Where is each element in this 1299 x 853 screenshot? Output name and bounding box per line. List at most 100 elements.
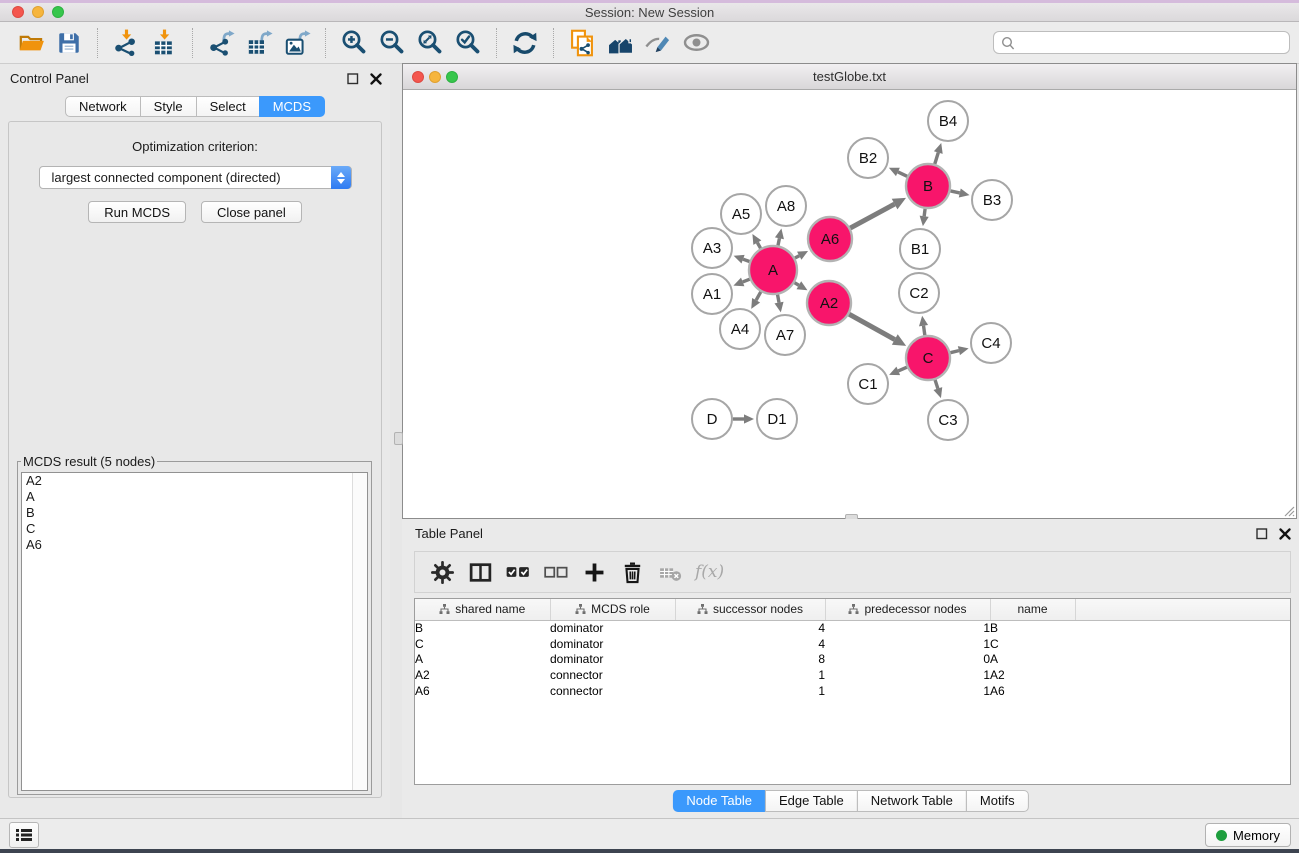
import-network-icon[interactable] bbox=[109, 25, 143, 61]
search-input[interactable] bbox=[1020, 33, 1280, 52]
scrollbar-track[interactable] bbox=[352, 473, 367, 790]
column-header-successor-nodes[interactable]: successor nodes bbox=[675, 599, 825, 620]
table-cell[interactable]: 1 bbox=[825, 667, 990, 683]
graph-node-B4[interactable]: B4 bbox=[928, 101, 968, 141]
graph-node-C3[interactable]: C3 bbox=[928, 400, 968, 440]
table-row[interactable]: A6connector11A6 bbox=[415, 683, 1290, 699]
zoom-out-icon[interactable] bbox=[375, 25, 409, 61]
table-cell[interactable]: dominator bbox=[550, 636, 675, 652]
table-cell[interactable]: 4 bbox=[675, 620, 825, 636]
graph-node-B1[interactable]: B1 bbox=[900, 229, 940, 269]
table-cell[interactable]: connector bbox=[550, 667, 675, 683]
vertical-divider-handle[interactable] bbox=[394, 432, 403, 445]
table-cell[interactable]: 4 bbox=[675, 636, 825, 652]
table-cell[interactable]: 1 bbox=[675, 667, 825, 683]
table-row[interactable]: Adominator80A bbox=[415, 651, 1290, 667]
table-cell[interactable]: 8 bbox=[675, 651, 825, 667]
tab-style[interactable]: Style bbox=[140, 96, 197, 117]
table-cell[interactable]: A bbox=[415, 651, 550, 667]
table-cell[interactable]: connector bbox=[550, 683, 675, 699]
close-panel-button[interactable]: Close panel bbox=[201, 201, 302, 223]
network-canvas[interactable]: B4B2BB3B1A5A8A6A3AA1C2A2A4A7C4CC1C3DD1 bbox=[403, 90, 1296, 518]
graph-node-A1[interactable]: A1 bbox=[692, 274, 732, 314]
graph-edge-B-B2[interactable] bbox=[898, 172, 907, 176]
graph-edge-A6-B[interactable] bbox=[850, 204, 894, 228]
table-cell[interactable]: 1 bbox=[675, 683, 825, 699]
table-cell[interactable]: dominator bbox=[550, 620, 675, 636]
table-cell[interactable]: A6 bbox=[990, 683, 1075, 699]
table-cell[interactable]: 0 bbox=[825, 651, 990, 667]
graph-edge-C-C4[interactable] bbox=[950, 351, 959, 353]
graph-node-A6[interactable]: A6 bbox=[808, 217, 852, 261]
mcds-result-item[interactable]: C bbox=[22, 521, 367, 537]
table-cell[interactable]: 1 bbox=[825, 636, 990, 652]
mcds-result-item[interactable]: B bbox=[22, 505, 367, 521]
table-options-icon[interactable] bbox=[424, 554, 460, 590]
table-cell[interactable]: 1 bbox=[825, 620, 990, 636]
resize-grip-icon[interactable] bbox=[1281, 503, 1295, 517]
graph-edge-C-C1[interactable] bbox=[898, 367, 907, 371]
graph-node-A8[interactable]: A8 bbox=[766, 186, 806, 226]
open-session-icon[interactable] bbox=[14, 25, 48, 61]
graph-edge-A2-C[interactable] bbox=[849, 314, 895, 339]
function-builder-icon[interactable]: f(x) bbox=[695, 562, 724, 582]
close-panel-icon[interactable] bbox=[1278, 527, 1291, 540]
tab-mcds[interactable]: MCDS bbox=[259, 96, 325, 117]
graph-node-C[interactable]: C bbox=[906, 336, 950, 380]
run-mcds-button[interactable]: Run MCDS bbox=[88, 201, 186, 223]
zoom-fit-icon[interactable] bbox=[413, 25, 447, 61]
column-header-MCDS-role[interactable]: MCDS role bbox=[550, 599, 675, 620]
close-panel-icon[interactable] bbox=[369, 72, 382, 85]
task-history-icon[interactable] bbox=[9, 822, 39, 848]
table-cell[interactable]: A2 bbox=[415, 667, 550, 683]
graph-edge-B-B1[interactable] bbox=[924, 209, 925, 216]
graph-edge-A-A8[interactable] bbox=[778, 238, 779, 245]
delete-table-icon[interactable] bbox=[652, 554, 688, 590]
clone-network-icon[interactable] bbox=[565, 25, 599, 61]
delete-columns-icon[interactable] bbox=[614, 554, 650, 590]
export-table-icon[interactable] bbox=[242, 25, 276, 61]
graph-edge-A-A2[interactable] bbox=[795, 283, 799, 286]
graphics-details-icon[interactable] bbox=[641, 25, 675, 61]
tab-motifs[interactable]: Motifs bbox=[966, 790, 1029, 812]
float-panel-icon[interactable] bbox=[1255, 527, 1268, 540]
import-table-icon[interactable] bbox=[147, 25, 181, 61]
table-cell[interactable]: 1 bbox=[825, 683, 990, 699]
refresh-icon[interactable] bbox=[508, 25, 542, 61]
mcds-result-item[interactable]: A6 bbox=[22, 537, 367, 553]
graph-node-B[interactable]: B bbox=[906, 164, 950, 208]
graph-edge-A-A3[interactable] bbox=[743, 259, 749, 261]
graph-edge-A-A7[interactable] bbox=[778, 295, 779, 303]
table-cell[interactable]: dominator bbox=[550, 651, 675, 667]
table-cell[interactable]: A6 bbox=[415, 683, 550, 699]
column-header-name[interactable]: name bbox=[990, 599, 1075, 620]
tab-node-table[interactable]: Node Table bbox=[672, 790, 766, 812]
graph-node-A7[interactable]: A7 bbox=[765, 315, 805, 355]
table-row[interactable]: Bdominator41B bbox=[415, 620, 1290, 636]
graph-node-D[interactable]: D bbox=[692, 399, 732, 439]
network-window-titlebar[interactable]: testGlobe.txt bbox=[403, 64, 1296, 90]
graph-edge-A-A4[interactable] bbox=[756, 292, 761, 300]
criterion-select[interactable]: largest connected component (directed) bbox=[39, 166, 352, 189]
graph-edge-B-B4[interactable] bbox=[935, 153, 939, 164]
table-cell[interactable]: C bbox=[990, 636, 1075, 652]
graph-node-B3[interactable]: B3 bbox=[972, 180, 1012, 220]
table-cell[interactable]: B bbox=[415, 620, 550, 636]
graph-node-A5[interactable]: A5 bbox=[721, 194, 761, 234]
deselect-all-checkboxes-icon[interactable] bbox=[538, 554, 574, 590]
column-split-icon[interactable] bbox=[462, 554, 498, 590]
graph-node-A4[interactable]: A4 bbox=[720, 309, 760, 349]
graph-node-C2[interactable]: C2 bbox=[899, 273, 939, 313]
tab-network-table[interactable]: Network Table bbox=[857, 790, 967, 812]
table-row[interactable]: Cdominator41C bbox=[415, 636, 1290, 652]
table-row[interactable]: A2connector11A2 bbox=[415, 667, 1290, 683]
graph-edge-B-B3[interactable] bbox=[950, 191, 959, 193]
column-header-shared-name[interactable]: shared name bbox=[415, 599, 550, 620]
graph-edge-A-A1[interactable] bbox=[743, 279, 750, 282]
tab-edge-table[interactable]: Edge Table bbox=[765, 790, 858, 812]
graph-edge-C-C3[interactable] bbox=[935, 380, 938, 389]
graph-node-B2[interactable]: B2 bbox=[848, 138, 888, 178]
save-session-icon[interactable] bbox=[52, 25, 86, 61]
add-column-icon[interactable] bbox=[576, 554, 612, 590]
graph-node-A3[interactable]: A3 bbox=[692, 228, 732, 268]
